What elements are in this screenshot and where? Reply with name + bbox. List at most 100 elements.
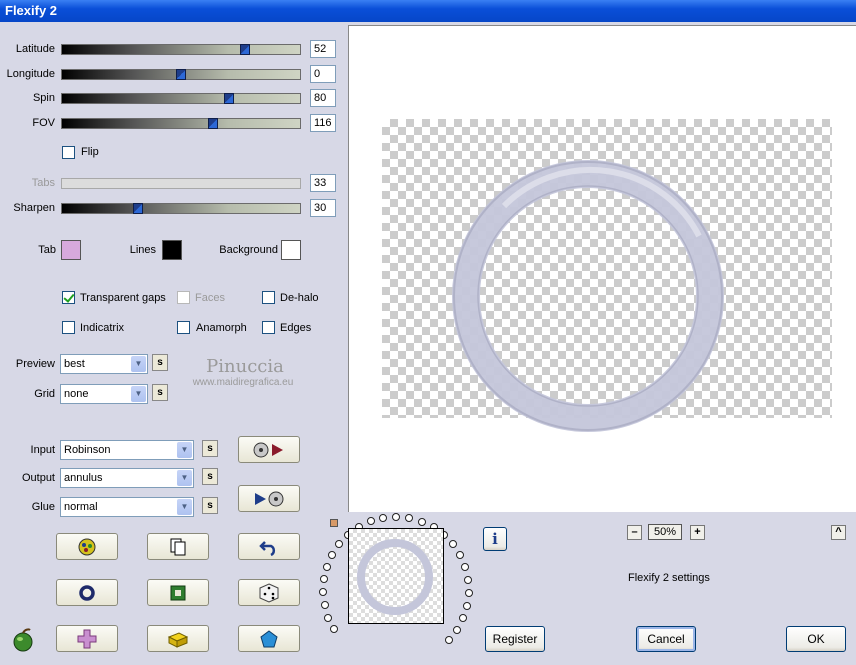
dial-dot[interactable] [465,589,473,597]
indicatrix-checkbox[interactable] [62,321,75,334]
info-button[interactable]: i [483,527,507,551]
longitude-slider-thumb[interactable] [176,69,186,80]
fov-label: FOV [32,117,55,129]
sharpen-label: Sharpen [13,202,55,214]
dial-dot[interactable] [379,514,387,522]
ring-button[interactable] [56,579,118,606]
fov-slider[interactable] [61,118,301,129]
dial-dot[interactable] [459,614,467,622]
glue-s-button[interactable]: s [202,497,218,514]
pentagon-icon [260,629,278,647]
output-select-value: annulus [64,472,103,484]
dial-dot[interactable] [320,575,328,583]
edges-checkbox[interactable] [262,321,275,334]
output-select[interactable]: annulus ▼ [60,468,194,488]
glue-select[interactable]: normal ▼ [60,497,194,517]
faces-checkbox[interactable] [177,291,190,304]
lines-color-swatch[interactable] [162,240,182,260]
thumbnail-annulus-image [357,539,433,615]
cross-icon [77,629,97,648]
square-icon [170,585,186,600]
load-preset-button[interactable] [238,436,300,463]
dial-dot[interactable] [392,513,400,521]
dial-dot[interactable] [405,514,413,522]
dial-dot[interactable] [453,626,461,634]
info-icon: i [492,530,498,548]
dial-dot[interactable] [330,625,338,633]
dial-dot[interactable] [335,540,343,548]
input-s-button[interactable]: s [202,440,218,457]
dial-dot[interactable] [449,540,457,548]
copy-button[interactable] [147,533,209,560]
spin-value-field[interactable]: 80 [310,89,336,107]
longitude-slider[interactable] [61,69,301,80]
lines-color-label: Lines [129,244,156,256]
latitude-slider-thumb[interactable] [240,44,250,55]
status-text: Flexify 2 settings [628,572,710,584]
dial-dot[interactable] [367,517,375,525]
dial-dot[interactable] [464,576,472,584]
fov-value-field[interactable]: 116 [310,114,336,132]
output-s-button[interactable]: s [202,468,218,485]
latitude-slider[interactable] [61,44,301,55]
chevron-down-icon: ▼ [177,499,192,515]
dial-dot[interactable] [463,602,471,610]
register-button[interactable]: Register [485,626,545,652]
undo-button[interactable] [238,533,300,560]
dial-dot[interactable] [319,588,327,596]
preview-canvas[interactable] [348,25,856,512]
sharpen-value-field[interactable]: 30 [310,199,336,217]
chevron-down-icon: ▼ [131,386,146,402]
preview-select[interactable]: best ▼ [60,354,148,374]
grid-select[interactable]: none ▼ [60,384,148,404]
sharpen-slider[interactable] [61,203,301,214]
de-halo-label: De-halo [280,292,319,304]
copy-icon [170,538,186,555]
block-button[interactable] [147,625,209,652]
cancel-button[interactable]: Cancel [636,626,696,652]
sharpen-slider-thumb[interactable] [133,203,143,214]
dial-dot[interactable] [328,551,336,559]
dial-dot[interactable] [323,563,331,571]
fov-slider-thumb[interactable] [208,118,218,129]
spin-slider-thumb[interactable] [224,93,234,104]
grid-s-button[interactable]: s [152,384,168,401]
save-preset-button[interactable] [238,485,300,512]
background-color-swatch[interactable] [281,240,301,260]
latitude-label: Latitude [15,43,55,55]
chevron-down-icon: ▼ [177,470,192,486]
dial-dot[interactable] [418,518,426,526]
preview-s-button[interactable]: s [152,354,168,371]
anamorph-checkbox[interactable] [177,321,190,334]
input-select[interactable]: Robinson ▼ [60,440,194,460]
zoom-out-button[interactable]: – [627,525,642,540]
square-button[interactable] [147,579,209,606]
input-select-label: Input [30,444,55,456]
zoom-in-button[interactable]: + [690,525,705,540]
ok-button[interactable]: OK [786,626,846,652]
spin-slider[interactable] [61,93,301,104]
random-button[interactable] [238,579,300,606]
tab-color-swatch[interactable] [61,240,81,260]
glue-select-label: Glue [31,501,55,513]
latitude-value-field[interactable]: 52 [310,40,336,58]
navigator-anchor[interactable] [330,519,338,527]
dial-dot[interactable] [321,601,329,609]
longitude-label: Longitude [6,68,55,80]
tabs-value-field[interactable]: 33 [310,174,336,192]
cross-button[interactable] [56,625,118,652]
pentagon-button[interactable] [238,625,300,652]
longitude-value-field[interactable]: 0 [310,65,336,83]
dial-dot[interactable] [456,551,464,559]
dial-dot[interactable] [461,563,469,571]
collapse-button[interactable]: ^ [831,525,846,540]
transparent-gaps-checkbox[interactable] [62,291,75,304]
dial-dot[interactable] [445,636,453,644]
de-halo-checkbox[interactable] [262,291,275,304]
flip-checkbox[interactable] [62,146,75,159]
dial-dot[interactable] [324,614,332,622]
faces-label: Faces [195,292,225,304]
randomize-colors-button[interactable] [56,533,118,560]
grid-select-label: Grid [34,388,55,400]
tabs-slider [61,178,301,189]
